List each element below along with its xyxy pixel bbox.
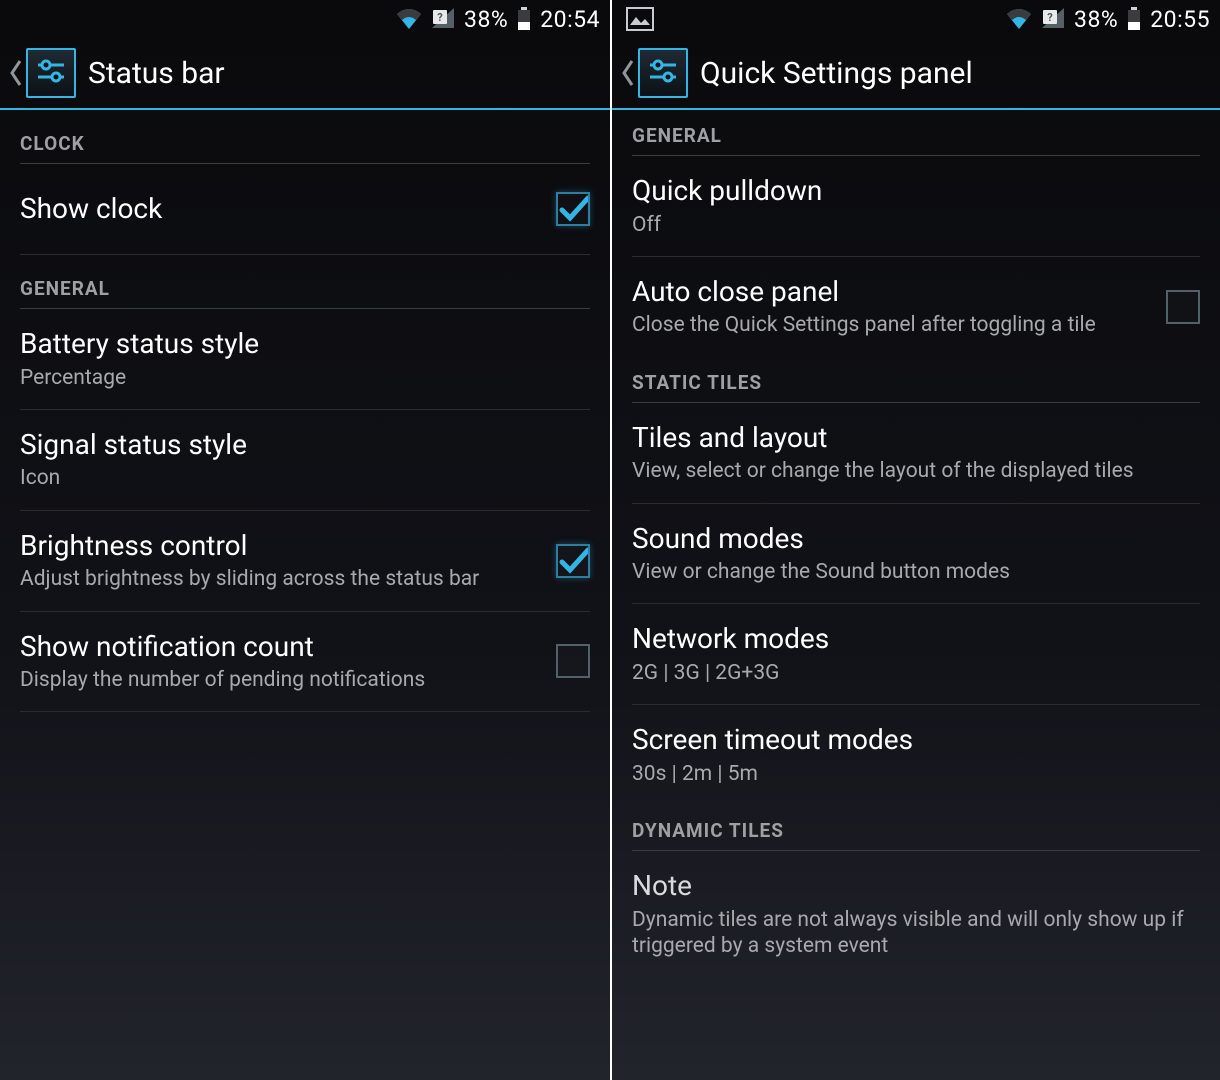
- checkbox[interactable]: [1166, 290, 1200, 324]
- svg-text:?: ?: [1047, 11, 1053, 24]
- screenshot-left: ? 38% 20:54 Status bar CLOCK Show clock: [0, 0, 610, 1080]
- row-title: Show clock: [20, 192, 542, 226]
- row-title: Note: [632, 869, 1186, 903]
- row-brightness-control[interactable]: Brightness control Adjust brightness by …: [20, 511, 590, 612]
- row-title: Battery status style: [20, 327, 576, 361]
- battery-percent: 38%: [1074, 6, 1118, 33]
- system-status-bar: ? 38% 20:54: [0, 0, 610, 38]
- action-bar[interactable]: Quick Settings panel: [612, 38, 1220, 110]
- signal-no-sim-icon: ?: [430, 8, 456, 30]
- back-icon[interactable]: [620, 59, 636, 87]
- row-title: Brightness control: [20, 529, 542, 563]
- row-sound-modes[interactable]: Sound modes View or change the Sound but…: [632, 504, 1200, 605]
- row-title: Show notification count: [20, 630, 542, 664]
- category-clock: CLOCK: [20, 110, 590, 164]
- system-status-bar: ? 38% 20:55: [612, 0, 1220, 38]
- row-tiles-and-layout[interactable]: Tiles and layout View, select or change …: [632, 403, 1200, 504]
- row-dynamic-note: Note Dynamic tiles are not always visibl…: [632, 851, 1200, 977]
- settings-icon: [638, 48, 688, 98]
- row-subtitle: Display the number of pending notificati…: [20, 667, 542, 693]
- page-title: Quick Settings panel: [700, 56, 973, 91]
- checkbox[interactable]: [556, 644, 590, 678]
- svg-text:?: ?: [437, 11, 443, 24]
- row-auto-close-panel[interactable]: Auto close panel Close the Quick Setting…: [632, 257, 1200, 357]
- row-subtitle: View, select or change the layout of the…: [632, 458, 1186, 484]
- row-battery-status-style[interactable]: Battery status style Percentage: [20, 309, 590, 410]
- row-quick-pulldown[interactable]: Quick pulldown Off: [632, 156, 1200, 257]
- battery-icon: [516, 7, 532, 31]
- row-show-notification-count[interactable]: Show notification count Display the numb…: [20, 612, 590, 713]
- page-title: Status bar: [88, 56, 225, 91]
- category-general: GENERAL: [20, 255, 590, 309]
- row-show-clock[interactable]: Show clock: [20, 164, 590, 255]
- row-title: Sound modes: [632, 522, 1186, 556]
- row-screen-timeout-modes[interactable]: Screen timeout modes 30s | 2m | 5m: [632, 705, 1200, 805]
- row-title: Signal status style: [20, 428, 576, 462]
- row-subtitle: Close the Quick Settings panel after tog…: [632, 312, 1152, 338]
- battery-percent: 38%: [464, 6, 508, 33]
- screenshot-right: ? 38% 20:55 Quick Settings panel GENERAL…: [610, 0, 1220, 1080]
- row-subtitle: Dynamic tiles are not always visible and…: [632, 907, 1186, 960]
- row-title: Tiles and layout: [632, 421, 1186, 455]
- row-network-modes[interactable]: Network modes 2G | 3G | 2G+3G: [632, 604, 1200, 705]
- row-title: Network modes: [632, 622, 1186, 656]
- row-subtitle: Off: [632, 212, 1186, 238]
- category-general: GENERAL: [632, 110, 1200, 156]
- signal-no-sim-icon: ?: [1040, 8, 1066, 30]
- row-title: Quick pulldown: [632, 174, 1186, 208]
- clock-text: 20:54: [540, 6, 600, 33]
- picture-icon: [626, 7, 654, 31]
- settings-list[interactable]: CLOCK Show clock GENERAL Battery status …: [0, 110, 610, 712]
- row-subtitle: 30s | 2m | 5m: [632, 761, 1186, 787]
- checkbox[interactable]: [556, 192, 590, 226]
- action-bar[interactable]: Status bar: [0, 38, 610, 110]
- row-subtitle: Percentage: [20, 365, 576, 391]
- battery-icon: [1126, 7, 1142, 31]
- wifi-icon: [396, 8, 422, 30]
- row-subtitle: Icon: [20, 465, 576, 491]
- row-subtitle: View or change the Sound button modes: [632, 559, 1186, 585]
- row-subtitle: 2G | 3G | 2G+3G: [632, 660, 1186, 686]
- row-title: Screen timeout modes: [632, 723, 1186, 757]
- category-dynamic-tiles: DYNAMIC TILES: [632, 805, 1200, 851]
- settings-icon: [26, 48, 76, 98]
- wifi-icon: [1006, 8, 1032, 30]
- clock-text: 20:55: [1150, 6, 1210, 33]
- row-title: Auto close panel: [632, 275, 1152, 309]
- category-static-tiles: STATIC TILES: [632, 357, 1200, 403]
- row-subtitle: Adjust brightness by sliding across the …: [20, 566, 542, 592]
- checkbox[interactable]: [556, 544, 590, 578]
- row-signal-status-style[interactable]: Signal status style Icon: [20, 410, 590, 511]
- back-icon[interactable]: [8, 59, 24, 87]
- settings-list[interactable]: GENERAL Quick pulldown Off Auto close pa…: [612, 110, 1220, 977]
